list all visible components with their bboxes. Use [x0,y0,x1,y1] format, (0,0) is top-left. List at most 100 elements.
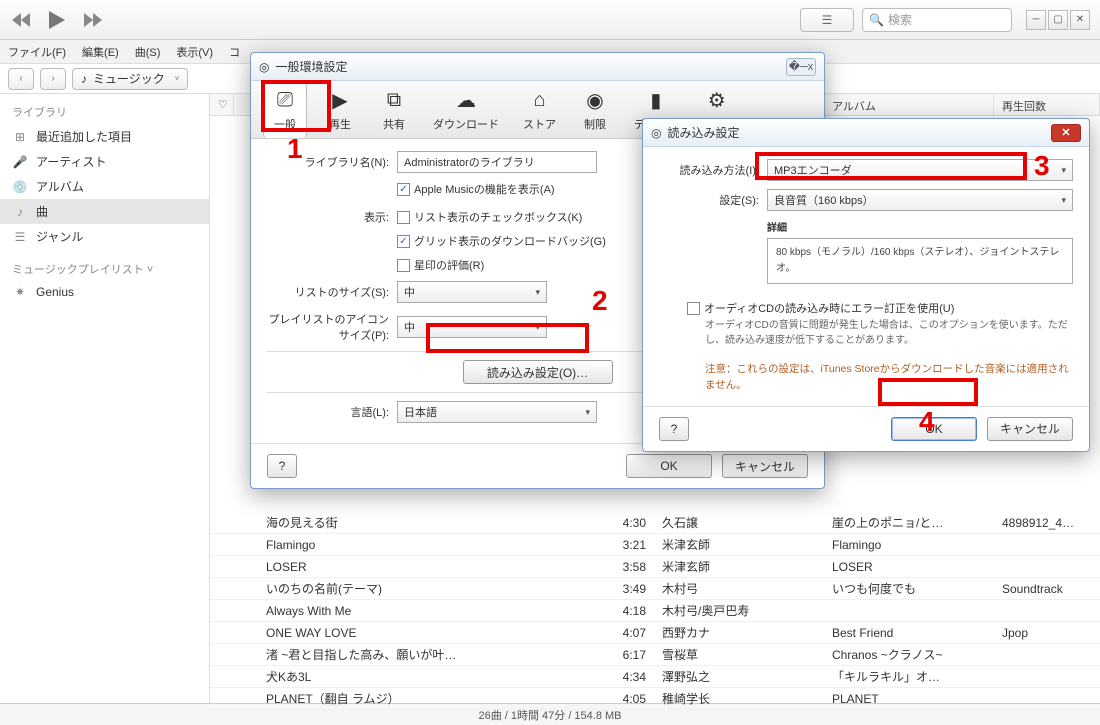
import-help-button[interactable]: ? [659,417,689,441]
table-row[interactable]: LOSER3:58米津玄師LOSER [210,556,1100,578]
detail-box: 80 kbps（モノラル）/160 kbps（ステレオ）、ジョイントステレオ。 [767,238,1073,284]
star-checkbox[interactable] [397,259,410,272]
import-title: 読み込み設定 [667,124,739,141]
chevron-down-icon: ▾ [585,407,590,418]
prefs-ok-button[interactable]: OK [626,454,712,478]
search-input[interactable]: 🔍 検索 [862,8,1012,32]
import-method-select[interactable]: MP3エンコーダ▾ [767,159,1073,181]
play-button[interactable] [46,9,68,31]
annotation-number-2: 2 [592,285,608,317]
chevron-down-icon: ˅ [175,74,180,83]
search-placeholder: 検索 [888,11,912,28]
prefs-tab-4[interactable]: ⌂ストア [517,83,562,138]
table-row[interactable]: 犬Kあ3L4:34澤野弘之「キルラキル」オ… [210,666,1100,688]
library-selector[interactable]: ♪ ミュージック ˅ [72,68,188,90]
lang-select[interactable]: 日本語▾ [397,401,597,423]
itunes-small-icon: ◎ [651,126,661,140]
track-list: 海の見える街4:30久石譲崖の上のポニョ/と…4898912_4…Flaming… [210,512,1100,710]
applemusic-label: Apple Musicの機能を表示(A) [414,181,555,197]
prefs-tab-5[interactable]: ◉制限 [574,83,616,138]
prev-track-button[interactable] [10,9,32,31]
top-toolbar: ☰ 🔍 検索 ─ ▢ ✕ [0,0,1100,40]
import-titlebar[interactable]: ◎ 読み込み設定 ✕ [643,119,1089,147]
prefs-tab-1[interactable]: ▶再生 [319,83,361,138]
album-icon: 💿 [12,180,28,194]
nav-forward-button[interactable]: › [40,68,66,90]
prefs-title: 一般環境設定 [275,58,347,75]
sidebar-item-genres[interactable]: ☰ジャンル [0,224,209,249]
recent-icon: ⊞ [12,130,28,144]
table-row[interactable]: 渚 ~君と目指した高み、願いが叶…6:17雪桜草Chranos ~クラノス~ [210,644,1100,666]
library-selector-label: ミュージック [93,70,165,87]
plsize-select[interactable]: 中▾ [397,316,547,338]
import-method-label: 読み込み方法(I): [659,162,767,178]
annotation-number-1: 1 [287,133,303,165]
sidebar-item-songs[interactable]: ♪曲 [0,199,209,224]
menu-song[interactable]: 曲(S) [135,44,161,60]
prefs-tab-2[interactable]: ⧉共有 [373,83,415,138]
sidebar-item-genius[interactable]: ✷Genius [0,281,209,303]
genius-icon: ✷ [12,285,28,299]
error-correction-label: オーディオCDの読み込み時にエラー訂正を使用(U) [704,300,954,316]
import-settings-dialog: ◎ 読み込み設定 ✕ 読み込み方法(I): MP3エンコーダ▾ 設定(S): 良… [642,118,1090,452]
view-label: 表示: [267,209,397,225]
itunes-small-icon: ◎ [259,60,269,74]
listsize-select[interactable]: 中▾ [397,281,547,303]
sidebar-item-artists[interactable]: 🎤アーティスト [0,149,209,174]
table-row[interactable]: PLANET（翻自 ラムジ）4:05稚崎学长PLANET [210,688,1100,710]
tab-icon: ⌂ [525,87,555,113]
table-row[interactable]: ONE WAY LOVE4:07西野カナBest FriendJpop [210,622,1100,644]
prefs-cancel-button[interactable]: キャンセル [722,454,808,478]
window-maximize-button[interactable]: ▢ [1048,10,1068,30]
import-setting-select[interactable]: 良音質（160 kbps）▾ [767,189,1073,211]
detail-header: 詳細 [767,219,1073,234]
artist-icon: 🎤 [12,155,28,169]
sidebar-header-library: ライブラリ [0,100,209,124]
listsize-label: リストのサイズ(S): [267,284,397,300]
listview-checkbox[interactable] [397,211,410,224]
album-column[interactable]: アルバム [824,94,994,115]
menu-edit[interactable]: 編集(E) [82,44,119,60]
tab-icon: ⧉ [379,87,409,113]
table-row[interactable]: Always With Me4:18木村弓/奥戸巴寿 [210,600,1100,622]
annotation-number-3: 3 [1034,150,1050,182]
nav-back-button[interactable]: ‹ [8,68,34,90]
table-row[interactable]: Flamingo3:21米津玄師Flamingo [210,534,1100,556]
tab-icon: ◉ [580,87,610,113]
menu-file[interactable]: ファイル(F) [8,44,66,60]
chevron-down-icon: ▾ [535,287,540,298]
gridbadge-checkbox[interactable]: ✓ [397,235,410,248]
genre-icon: ☰ [12,230,28,244]
songs-icon: ♪ [12,205,28,219]
tab-icon: ▮ [641,87,671,113]
plays-column[interactable]: 再生回数 [994,94,1100,115]
tab-icon: ⎚ [270,87,300,113]
prefs-tab-0[interactable]: ⎚一般 [263,82,307,138]
sidebar-item-recent[interactable]: ⊞最近追加した項目 [0,124,209,149]
heart-column[interactable]: ♡ [210,94,234,115]
table-row[interactable]: 海の見える街4:30久石譲崖の上のポニョ/と…4898912_4… [210,512,1100,534]
window-close-button[interactable]: ✕ [1070,10,1090,30]
prefs-titlebar[interactable]: ◎ 一般環境設定 �─x [251,53,824,81]
table-row[interactable]: いのちの名前(テーマ)3:49木村弓いつも何度でもSoundtrack [210,578,1100,600]
sidebar-header-playlists[interactable]: ミュージックプレイリスト ˅ [0,257,209,281]
window-minimize-button[interactable]: ─ [1026,10,1046,30]
error-correction-checkbox[interactable] [687,302,700,315]
lang-label: 言語(L): [267,404,397,420]
applemusic-checkbox[interactable]: ✓ [397,183,410,196]
error-correction-note: オーディオCDの音質に問題が発生した場合は、このオプションを使います。ただし、読… [705,318,1073,348]
sidebar-item-albums[interactable]: 💿アルバム [0,174,209,199]
menu-view[interactable]: 表示(V) [176,44,213,60]
help-button[interactable]: ? [267,454,297,478]
menu-control[interactable]: コ [229,44,240,60]
list-view-button[interactable]: ☰ [800,8,854,32]
next-track-button[interactable] [82,9,104,31]
annotation-number-4: 4 [919,406,935,438]
prefs-close-button[interactable]: �─x [786,58,816,76]
prefs-tab-3[interactable]: ☁ダウンロード [427,83,505,138]
import-cancel-button[interactable]: キャンセル [987,417,1073,441]
libname-input[interactable]: Administratorのライブラリ [397,151,597,173]
import-settings-button[interactable]: 読み込み設定(O)… [463,360,613,384]
import-close-button[interactable]: ✕ [1051,124,1081,142]
tab-icon: ☁ [451,87,481,113]
